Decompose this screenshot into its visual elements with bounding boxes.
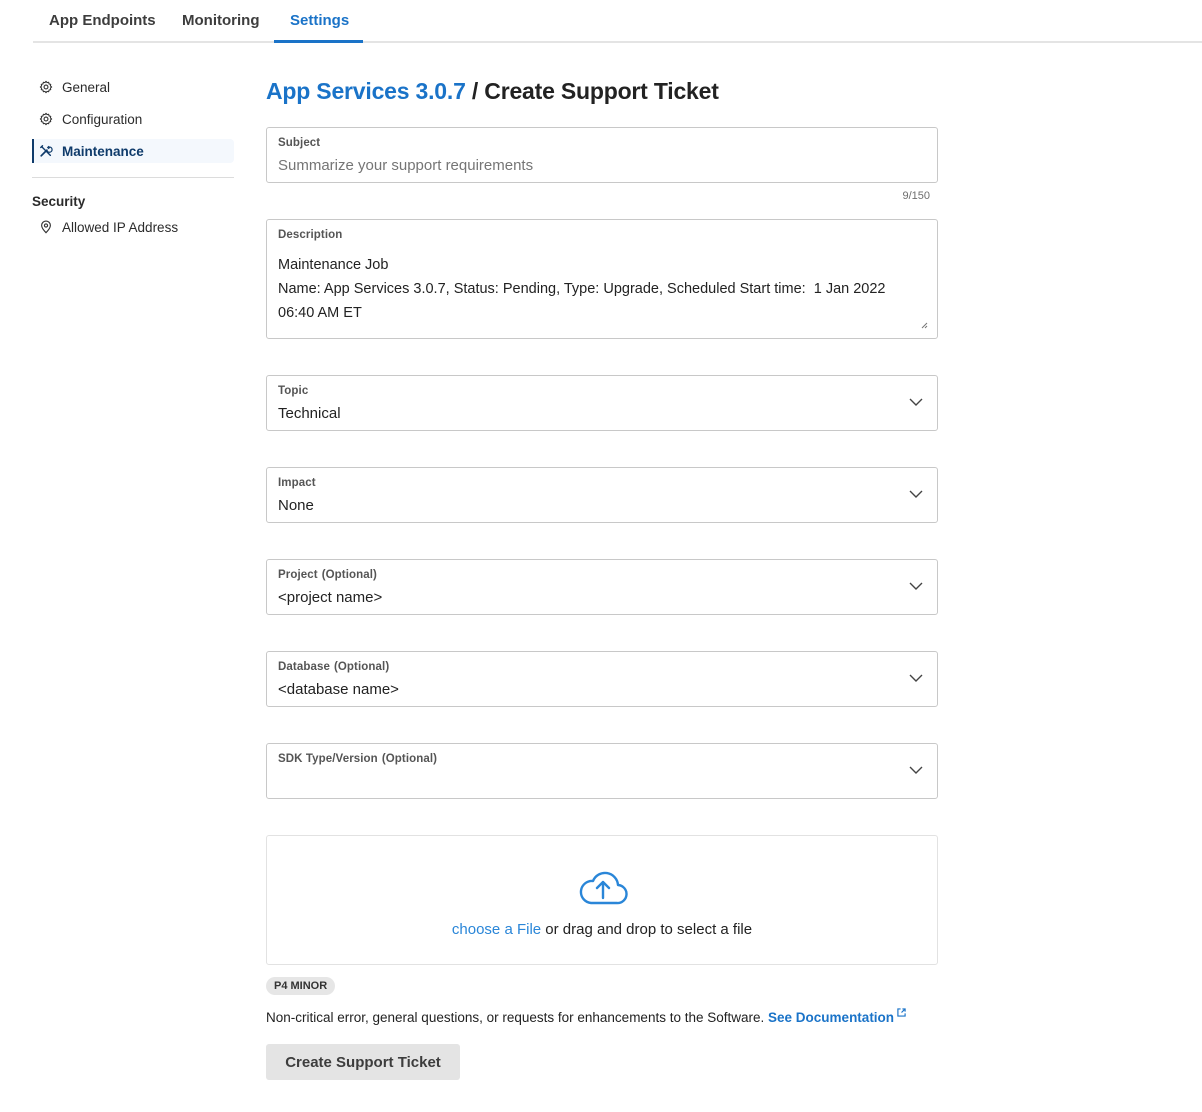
gear-icon bbox=[39, 80, 53, 94]
description-field[interactable]: Description Maintenance Job Name: App Se… bbox=[266, 219, 938, 339]
gear-icon bbox=[39, 112, 53, 126]
subject-input[interactable] bbox=[278, 157, 918, 174]
subject-char-counter: 9/150 bbox=[902, 190, 930, 202]
subject-field[interactable]: Subject bbox=[266, 127, 938, 183]
project-value: <project name> bbox=[278, 589, 383, 606]
breadcrumb-separator: / bbox=[471, 78, 479, 104]
chevron-down-icon bbox=[909, 582, 923, 590]
database-value: <database name> bbox=[278, 681, 399, 698]
settings-sidebar: General Configuration Maintenance Securi… bbox=[32, 75, 234, 247]
chevron-down-icon bbox=[909, 490, 923, 498]
upload-instructions: choose a File or drag and drop to select… bbox=[267, 921, 937, 938]
page-title: App Services 3.0.7 / Create Support Tick… bbox=[266, 78, 938, 105]
sdk-label: SDK Type/Version (Optional) bbox=[278, 753, 437, 765]
main-content: App Services 3.0.7 / Create Support Tick… bbox=[266, 78, 938, 105]
description-textarea[interactable]: Maintenance Job Name: App Services 3.0.7… bbox=[278, 253, 917, 325]
sidebar-item-label: Allowed IP Address bbox=[62, 219, 179, 235]
see-documentation-link[interactable]: See Documentation bbox=[768, 1010, 894, 1025]
optional-tag: (Optional) bbox=[381, 753, 438, 765]
optional-tag: (Optional) bbox=[321, 569, 377, 581]
optional-tag: (Optional) bbox=[333, 661, 390, 673]
create-support-ticket-button[interactable]: Create Support Ticket bbox=[266, 1044, 460, 1080]
priority-description: Non-critical error, general questions, o… bbox=[266, 1008, 906, 1025]
external-link-icon bbox=[897, 1008, 906, 1017]
impact-label: Impact bbox=[278, 477, 316, 489]
database-select[interactable]: Database (Optional) <database name> bbox=[266, 651, 938, 707]
chevron-down-icon bbox=[909, 398, 923, 406]
page-title-text: Create Support Ticket bbox=[484, 78, 719, 104]
active-tab-indicator bbox=[274, 40, 363, 43]
topic-value: Technical bbox=[278, 405, 341, 422]
description-label: Description bbox=[278, 229, 343, 241]
upload-hint-text: or drag and drop to select a file bbox=[541, 921, 753, 938]
sdk-version-select[interactable]: SDK Type/Version (Optional) bbox=[266, 743, 938, 799]
impact-value: None bbox=[278, 497, 314, 514]
tab-app-endpoints[interactable]: App Endpoints bbox=[49, 12, 156, 29]
top-tab-bar: App Endpoints Monitoring Settings bbox=[33, 0, 1202, 43]
priority-badge: P4 MINOR bbox=[266, 977, 336, 995]
chevron-down-icon bbox=[909, 766, 923, 774]
tab-monitoring[interactable]: Monitoring bbox=[182, 12, 259, 29]
project-label: Project (Optional) bbox=[278, 569, 377, 581]
project-label-text: Project bbox=[278, 569, 318, 581]
breadcrumb-app-services-link[interactable]: App Services 3.0.7 bbox=[266, 78, 466, 104]
location-pin-icon bbox=[41, 220, 51, 234]
database-label: Database (Optional) bbox=[278, 661, 389, 673]
resize-handle-icon[interactable] bbox=[920, 321, 928, 329]
sidebar-divider bbox=[32, 177, 234, 178]
sidebar-item-label: Configuration bbox=[62, 111, 143, 127]
sidebar-item-label: Maintenance bbox=[62, 143, 144, 159]
topic-label: Topic bbox=[278, 385, 309, 397]
tools-icon bbox=[40, 145, 53, 157]
sdk-label-text: SDK Type/Version bbox=[278, 753, 378, 765]
database-label-text: Database bbox=[278, 661, 330, 673]
sidebar-item-label: General bbox=[62, 79, 111, 95]
sidebar-section-security: Security bbox=[32, 194, 86, 209]
file-upload-dropzone[interactable]: choose a File or drag and drop to select… bbox=[266, 835, 938, 965]
sidebar-item-configuration[interactable]: Configuration bbox=[32, 107, 234, 131]
choose-file-link[interactable]: choose a File bbox=[452, 921, 541, 938]
priority-note-text: Non-critical error, general questions, o… bbox=[266, 1010, 765, 1025]
cloud-upload-icon bbox=[579, 871, 628, 905]
impact-select[interactable]: Impact None bbox=[266, 467, 938, 523]
sidebar-item-allowed-ip[interactable]: Allowed IP Address bbox=[32, 215, 234, 239]
project-select[interactable]: Project (Optional) <project name> bbox=[266, 559, 938, 615]
subject-label: Subject bbox=[278, 137, 321, 149]
sidebar-item-maintenance[interactable]: Maintenance bbox=[32, 139, 234, 163]
chevron-down-icon bbox=[909, 674, 923, 682]
tab-settings[interactable]: Settings bbox=[290, 12, 349, 29]
topic-select[interactable]: Topic Technical bbox=[266, 375, 938, 431]
sidebar-item-general[interactable]: General bbox=[32, 75, 234, 99]
